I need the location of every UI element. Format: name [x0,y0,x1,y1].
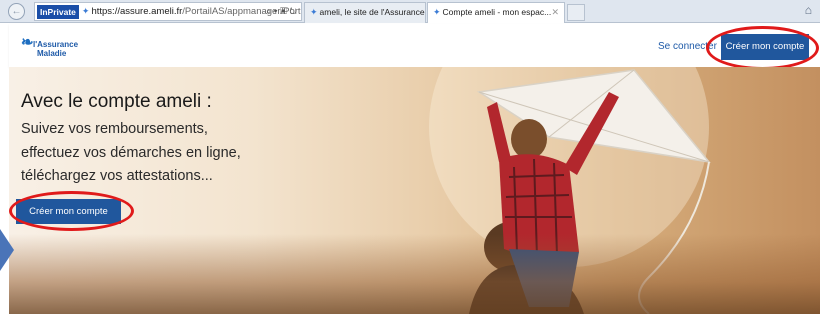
address-tools: ⌕ ▾ ▣ ↻ [266,3,297,20]
highlight-ring-header [706,26,819,70]
hero-line-1: Suivez vos remboursements, [21,121,208,137]
logo-mark-icon: ❧ [21,34,34,51]
back-icon[interactable]: ← [8,3,25,20]
tab-ameli-site[interactable]: ✦ameli, le site de l'Assurance M... [304,2,426,23]
refresh-icon[interactable]: ↻ [289,6,297,16]
address-bar[interactable]: InPrivate ✦ https://assure.ameli.fr/Portai… [34,2,302,21]
hero-banner: Avec le compte ameli : Suivez vos rembou… [9,67,820,314]
site-header: ❧ l'Assurance Maladie Se connecter Créer… [9,24,820,70]
logo-text-line1: l'Assurance [33,40,79,49]
tab-label: ameli, le site de l'Assurance M... [319,7,425,17]
hero-ground-shade [9,234,820,314]
tab-label: Compte ameli - mon espac... [442,7,552,17]
inprivate-badge: InPrivate [37,5,79,19]
tab-compte-ameli[interactable]: ✦ Compte ameli - mon espac... ✕ [427,2,565,23]
new-tab-button[interactable] [567,4,585,21]
browser-window: ← InPrivate ✦ https://assure.ameli.fr/Port… [0,0,820,314]
home-icon[interactable]: ⌂ [805,3,812,17]
lock-icon[interactable]: ▣ [280,6,287,16]
browser-toolbar: ← InPrivate ✦ https://assure.ameli.fr/Port… [0,0,820,23]
pointer-arrow-icon [0,229,14,271]
tab-favicon-icon: ✦ [433,7,441,17]
site-favicon-icon: ✦ [81,6,90,16]
assurance-maladie-logo[interactable]: ❧ l'Assurance Maladie [21,32,101,60]
url-host: https://assure.ameli.fr [91,6,183,17]
hero-line-2: effectuez vos démarches en ligne, [21,145,241,161]
hero-line-3: téléchargez vos attestations... [21,168,213,184]
hero-title: Avec le compte ameli : [21,91,212,112]
tab-favicon-icon: ✦ [310,7,318,17]
search-icon[interactable]: ⌕ [266,6,271,16]
dropdown-icon[interactable]: ▾ [274,6,278,16]
highlight-ring-hero [9,191,134,231]
logo-text-line2: Maladie [37,49,67,58]
tab-close-icon[interactable]: ✕ [551,3,559,22]
